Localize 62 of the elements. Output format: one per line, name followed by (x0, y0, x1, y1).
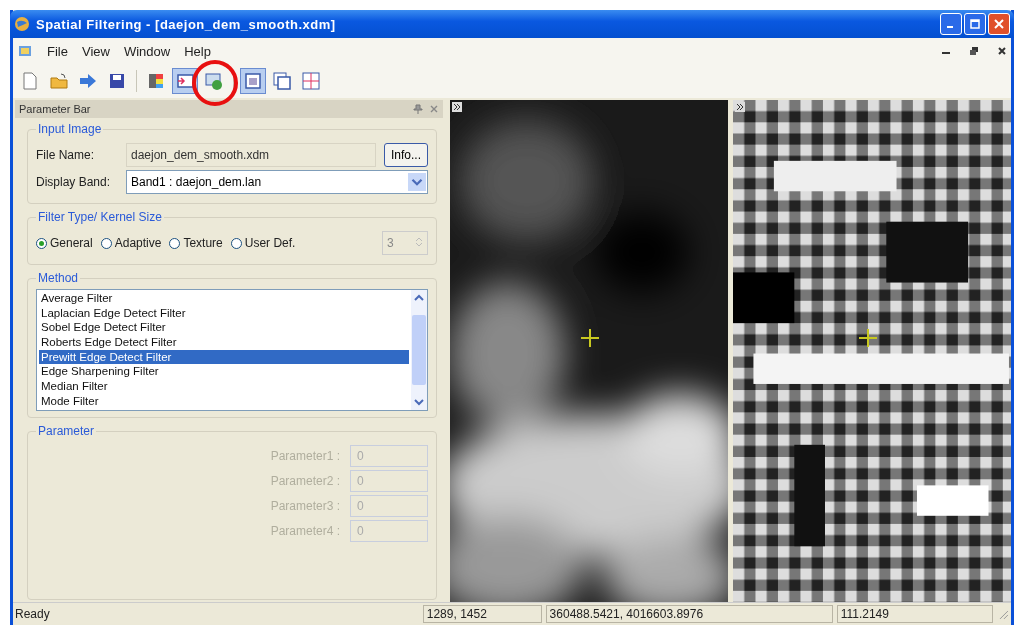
list-item[interactable]: Average Filter (39, 291, 409, 306)
list-item[interactable]: Prewitt Edge Detect Filter (39, 349, 409, 365)
pin-icon[interactable] (413, 104, 423, 114)
expand-icon[interactable] (452, 102, 462, 112)
minimize-icon (946, 26, 953, 28)
radio-option[interactable]: Adaptive (100, 236, 162, 250)
grid-view-icon (301, 71, 321, 91)
status-value: 111.2149 (836, 605, 994, 623)
panel-title: Parameter Bar (19, 103, 91, 115)
field-label: Parameter4 : (270, 524, 340, 538)
folder-icon (49, 71, 69, 91)
color-swatch-icon (146, 71, 166, 91)
arrow-icon (78, 71, 98, 91)
blank-page-icon (20, 71, 40, 91)
field-label: File Name: (36, 148, 95, 162)
field-label: Parameter2 : (270, 474, 340, 488)
file-name-field[interactable]: daejon_dem_smooth.xdm (126, 143, 376, 167)
document-icon (17, 43, 33, 59)
info-button[interactable]: Info... (383, 143, 428, 167)
minimize-button[interactable] (940, 13, 962, 35)
radio-option[interactable]: Texture (169, 236, 223, 250)
maximize-button[interactable] (964, 13, 986, 35)
menu-item[interactable]: File (47, 43, 68, 59)
resize-grip-icon[interactable] (997, 608, 1009, 620)
group-title: Input Image (37, 122, 103, 136)
radio-option[interactable]: User Def. (230, 236, 296, 250)
group-title: Filter Type/ Kernel Size (37, 210, 163, 224)
status-coordinates: 360488.5421, 4016603.8976 (545, 605, 833, 623)
close-icon (994, 19, 1004, 29)
close-icon[interactable] (997, 46, 1007, 56)
close-button[interactable] (988, 13, 1010, 35)
scrollbar[interactable] (411, 290, 427, 410)
field-label: Parameter1 : (270, 449, 340, 463)
list-item[interactable]: Roberts Edge Detect Filter (39, 335, 409, 350)
expand-icon[interactable] (735, 102, 745, 112)
globe-icon (14, 16, 30, 32)
list-item[interactable]: Median Filter (39, 379, 409, 394)
status-text: Ready (15, 607, 51, 621)
group-title: Parameter (37, 424, 96, 438)
list-item[interactable]: Sobel Edge Detect Filter (39, 320, 409, 336)
field-label: Parameter3 : (270, 499, 340, 513)
menu-item[interactable]: Window (123, 43, 171, 59)
window-badge-icon (204, 71, 224, 91)
window-title: Spatial Filtering - [daejon_dem_smooth.xdm] (36, 16, 337, 32)
crosshair-icon (858, 328, 878, 348)
group-title: Method (37, 271, 80, 285)
menu-item[interactable]: View (81, 43, 110, 59)
list-item[interactable]: Edge Sharpening Filter (39, 364, 409, 380)
restore-icon[interactable] (969, 46, 979, 56)
radio-option[interactable]: General (36, 236, 93, 250)
maximize-icon (970, 19, 980, 29)
single-view-icon (243, 71, 263, 91)
list-item[interactable]: Laplacian Edge Detect Filter (39, 305, 409, 321)
cascade-windows-icon (272, 71, 292, 91)
band-dropdown[interactable]: Band1 : daejon_dem.lan (126, 170, 428, 194)
menu-item[interactable]: Help (184, 43, 211, 59)
field-label: Display Band: (36, 175, 112, 189)
crosshair-icon (580, 328, 600, 348)
toolbar-button[interactable] (240, 68, 266, 94)
list-item[interactable]: Mode Filter (39, 393, 409, 409)
highlight-circle (190, 58, 240, 108)
status-pixel: 1289, 1452 (422, 605, 542, 623)
